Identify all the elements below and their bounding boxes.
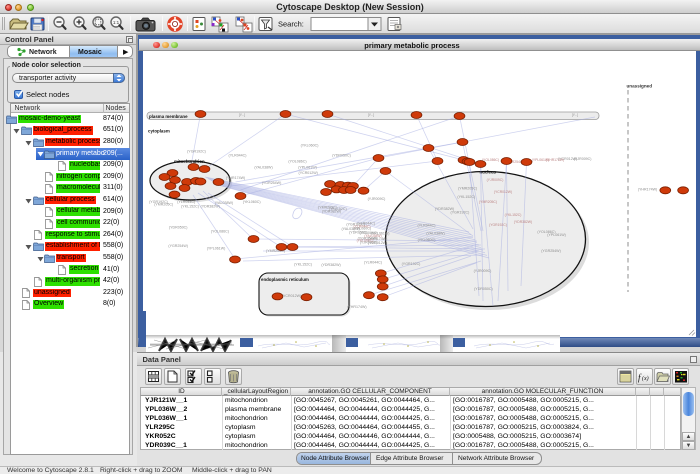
svg-text:endoplasmic reticulum: endoplasmic reticulum (261, 277, 309, 282)
svg-text:(YAL038W): (YAL038W) (214, 201, 232, 205)
svg-text:(YGR192C): (YGR192C) (489, 223, 507, 227)
svg-text:(YLR044C): (YLR044C) (228, 154, 246, 158)
svg-text:(YAL038W): (YAL038W) (426, 231, 444, 235)
svg-text:(YAL038W): (YAL038W) (364, 234, 381, 238)
svg-text:(YCR012W): (YCR012W) (281, 294, 300, 298)
svg-text:(YLR044C): (YLR044C) (417, 224, 435, 228)
svg-text:(YHR174W): (YHR174W) (637, 187, 656, 191)
svg-text:1:1: 1:1 (113, 20, 120, 25)
svg-text:(YJR009C): (YJR009C) (486, 178, 503, 182)
svg-text:(YGR254W): (YGR254W) (541, 249, 561, 253)
svg-text:[Y...]: [Y...] (367, 113, 373, 117)
svg-text:(YJR009C): (YJR009C) (367, 197, 385, 201)
svg-text:(YKL152C): (YKL152C) (457, 195, 475, 199)
svg-text:(YGR192C): (YGR192C) (187, 150, 206, 154)
svg-text:(YKL060C): (YKL060C) (242, 200, 260, 204)
svg-text:(YOL086C): (YOL086C) (210, 230, 228, 234)
svg-text:(YDR382W): (YDR382W) (321, 210, 340, 214)
svg-text:(YCR012W): (YCR012W) (298, 171, 317, 175)
svg-text:(YPL061W): (YPL061W) (206, 247, 225, 251)
svg-text:(YKL152C): (YKL152C) (181, 205, 199, 209)
svg-text:(YCR012W): (YCR012W) (493, 190, 511, 194)
svg-text:(YDR050C): (YDR050C) (332, 154, 351, 158)
svg-text:(YKL152C): (YKL152C) (294, 263, 312, 267)
svg-text:(YDR382W): (YDR382W) (513, 220, 531, 224)
svg-text:unassigned: unassigned (626, 84, 652, 89)
svg-text:(YLR044C): (YLR044C) (177, 200, 195, 204)
svg-text:(YDR382W): (YDR382W) (321, 263, 340, 267)
svg-text:nucleus: nucleus (479, 170, 496, 175)
svg-text:(YGR254W): (YGR254W) (168, 244, 188, 248)
svg-text:[Y...]: [Y...] (571, 113, 577, 117)
svg-text:(YKL060C): (YKL060C) (356, 239, 373, 243)
svg-text:(YLR044C): (YLR044C) (364, 261, 382, 265)
svg-text:(YHR174W): (YHR174W) (545, 158, 563, 162)
svg-text:(YLR044C): (YLR044C) (353, 225, 370, 229)
svg-text:(YDR382W): (YDR382W) (200, 205, 219, 209)
svg-text:Search:: Search: (278, 20, 304, 29)
svg-text:(YKL060C): (YKL060C) (417, 238, 435, 242)
svg-text:(YDR050C): (YDR050C) (168, 226, 187, 230)
svg-text:plasma membrane: plasma membrane (149, 114, 188, 119)
svg-text:mitochondrion: mitochondrion (174, 159, 205, 164)
svg-text:(YKL152C): (YKL152C) (504, 213, 521, 217)
svg-text:(YPL061W): (YPL061W) (547, 233, 566, 237)
svg-text:(YGR254W): (YGR254W) (261, 181, 281, 185)
svg-text:(YHR174W): (YHR174W) (347, 305, 366, 309)
svg-text:(YAL038W): (YAL038W) (254, 165, 272, 169)
svg-text:(x): (x) (642, 375, 649, 382)
svg-text:(YJR009C): (YJR009C) (473, 269, 491, 273)
svg-text:(YGR192C): (YGR192C) (401, 262, 420, 266)
svg-text:(YMR205C): (YMR205C) (479, 200, 497, 204)
svg-text:cytoplasm: cytoplasm (148, 129, 170, 134)
svg-text:(YGR192C): (YGR192C) (149, 200, 168, 204)
svg-text:(YDR050C): (YDR050C) (474, 287, 493, 291)
svg-text:(YPL061W): (YPL061W) (298, 165, 317, 169)
svg-text:(YHR174W): (YHR174W) (225, 176, 244, 180)
svg-text:(YMR205C): (YMR205C) (458, 186, 477, 190)
svg-text:(YGR192C): (YGR192C) (450, 210, 469, 214)
svg-text:(YOL086C): (YOL086C) (288, 159, 306, 163)
svg-text:[Y...]: [Y...] (238, 113, 244, 117)
svg-text:(YKL060C): (YKL060C) (300, 144, 318, 148)
